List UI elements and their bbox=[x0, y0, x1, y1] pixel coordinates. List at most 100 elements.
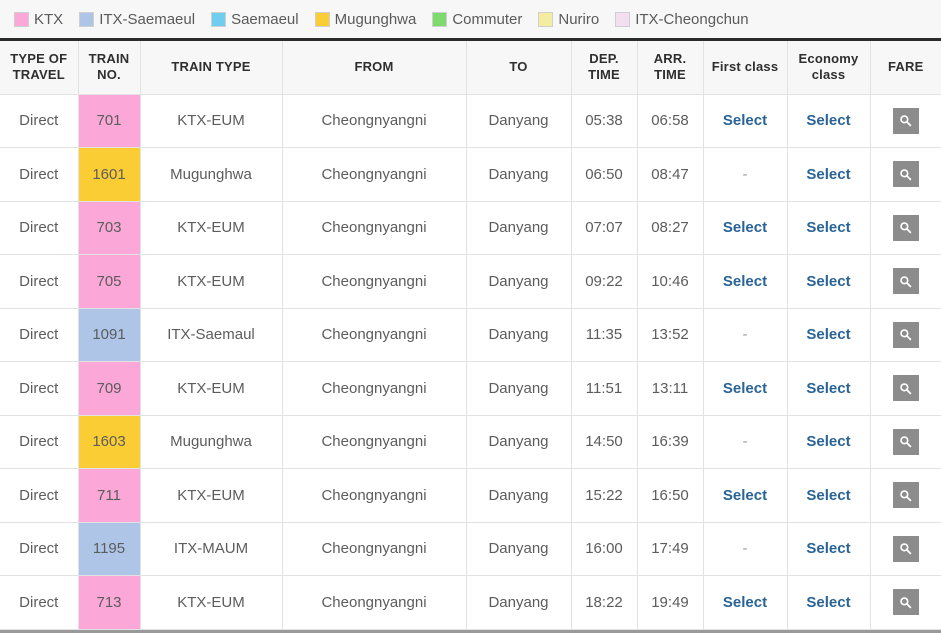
select-economy-class-link[interactable]: Select bbox=[806, 219, 850, 236]
cell-from: Cheongnyangni bbox=[282, 522, 467, 576]
cell-type-of-travel: Direct bbox=[0, 94, 79, 148]
search-icon bbox=[899, 168, 912, 181]
cell-train-type: ITX-Saemaul bbox=[140, 308, 283, 362]
legend-color-swatch bbox=[211, 11, 227, 27]
fare-search-button[interactable] bbox=[892, 535, 919, 562]
cell-type-of-travel: Direct bbox=[0, 522, 79, 576]
cell-fare bbox=[870, 415, 941, 469]
legend-item-label: ITX-Saemaeul bbox=[99, 10, 196, 28]
select-first-class-link[interactable]: Select bbox=[723, 219, 767, 236]
cell-arr-time: 13:52 bbox=[637, 308, 704, 362]
search-icon bbox=[899, 435, 912, 448]
cell-to: Danyang bbox=[466, 254, 572, 309]
cell-fare bbox=[870, 361, 941, 416]
cell-train-type: KTX-EUM bbox=[140, 361, 283, 416]
cell-economy-class: Select bbox=[787, 575, 871, 630]
cell-type-of-travel: Direct bbox=[0, 575, 79, 630]
cell-fare bbox=[870, 94, 941, 148]
column-header: First class bbox=[703, 41, 788, 95]
column-header: Economy class bbox=[787, 41, 871, 95]
cell-from: Cheongnyangni bbox=[282, 254, 467, 309]
column-header: FROM bbox=[282, 41, 467, 95]
select-economy-class-link[interactable]: Select bbox=[806, 433, 850, 450]
cell-to: Danyang bbox=[466, 201, 572, 255]
cell-train-no: 1091 bbox=[78, 308, 141, 362]
cell-fare bbox=[870, 254, 941, 309]
unavailable-indicator: - bbox=[742, 165, 748, 183]
fare-search-button[interactable] bbox=[892, 482, 919, 509]
search-icon bbox=[899, 382, 912, 395]
cell-train-type: KTX-EUM bbox=[140, 468, 283, 523]
cell-fare bbox=[870, 468, 941, 523]
select-economy-class-link[interactable]: Select bbox=[806, 380, 850, 397]
table-row: Direct 1195 ITX-MAUM Cheongnyangni Danyang 16… bbox=[0, 522, 941, 576]
cell-train-type: KTX-EUM bbox=[140, 201, 283, 255]
select-economy-class-link[interactable]: Select bbox=[806, 273, 850, 290]
legend-item: Saemaeul bbox=[211, 11, 299, 27]
cell-train-type: KTX-EUM bbox=[140, 254, 283, 309]
cell-to: Danyang bbox=[466, 94, 572, 148]
cell-train-type: KTX-EUM bbox=[140, 94, 283, 148]
legend-color-swatch bbox=[79, 11, 95, 27]
cell-type-of-travel: Direct bbox=[0, 147, 79, 202]
select-economy-class-link[interactable]: Select bbox=[806, 166, 850, 183]
cell-first-class: - bbox=[703, 147, 788, 202]
cell-train-no: 1601 bbox=[78, 147, 141, 202]
schedule-table-container: TYPE OF TRAVEL TRAIN NO. TRAIN TYPE FROM TO D… bbox=[0, 38, 941, 633]
fare-search-button[interactable] bbox=[892, 321, 919, 348]
cell-type-of-travel: Direct bbox=[0, 308, 79, 362]
fare-search-button[interactable] bbox=[892, 268, 919, 295]
select-economy-class-link[interactable]: Select bbox=[806, 594, 850, 611]
cell-dep-time: 07:07 bbox=[571, 201, 638, 255]
cell-fare bbox=[870, 147, 941, 202]
cell-dep-time: 05:38 bbox=[571, 94, 638, 148]
cell-train-no: 713 bbox=[78, 575, 141, 630]
legend-item-label: Nuriro bbox=[558, 10, 600, 28]
fare-search-button[interactable] bbox=[892, 375, 919, 402]
fare-search-button[interactable] bbox=[892, 428, 919, 455]
column-header: FARE bbox=[870, 41, 941, 95]
select-economy-class-link[interactable]: Select bbox=[806, 487, 850, 504]
table-row: Direct 701 KTX-EUM Cheongnyangni Danyang 05:3… bbox=[0, 94, 941, 148]
fare-search-button[interactable] bbox=[892, 589, 919, 616]
select-first-class-link[interactable]: Select bbox=[723, 380, 767, 397]
select-economy-class-link[interactable]: Select bbox=[806, 540, 850, 557]
legend-color-swatch bbox=[14, 11, 29, 27]
cell-first-class: Select bbox=[703, 201, 788, 255]
cell-to: Danyang bbox=[466, 415, 572, 469]
cell-first-class: Select bbox=[703, 361, 788, 416]
unavailable-indicator: - bbox=[742, 326, 748, 344]
search-icon bbox=[899, 275, 912, 288]
cell-train-no: 705 bbox=[78, 254, 141, 309]
cell-dep-time: 11:51 bbox=[571, 361, 638, 416]
select-economy-class-link[interactable]: Select bbox=[806, 112, 850, 129]
search-icon bbox=[899, 328, 912, 341]
cell-from: Cheongnyangni bbox=[282, 468, 467, 523]
table-row: Direct 709 KTX-EUM Cheongnyangni Danyang 11:5… bbox=[0, 361, 941, 416]
select-first-class-link[interactable]: Select bbox=[723, 594, 767, 611]
cell-economy-class: Select bbox=[787, 361, 871, 416]
select-first-class-link[interactable]: Select bbox=[723, 273, 767, 290]
cell-dep-time: 14:50 bbox=[571, 415, 638, 469]
legend-color-swatch bbox=[432, 11, 448, 27]
cell-economy-class: Select bbox=[787, 468, 871, 523]
cell-train-no: 1195 bbox=[78, 522, 141, 576]
cell-from: Cheongnyangni bbox=[282, 415, 467, 469]
unavailable-indicator: - bbox=[742, 433, 748, 451]
train-type-legend: KTX ITX-Saemaeul Saemaeul Mugunghwa Commuter… bbox=[0, 0, 941, 38]
fare-search-button[interactable] bbox=[892, 214, 919, 241]
cell-arr-time: 10:46 bbox=[637, 254, 704, 309]
fare-search-button[interactable] bbox=[892, 161, 919, 188]
cell-train-type: KTX-EUM bbox=[140, 575, 283, 630]
cell-type-of-travel: Direct bbox=[0, 201, 79, 255]
cell-first-class: Select bbox=[703, 254, 788, 309]
search-icon bbox=[899, 489, 912, 502]
table-row: Direct 713 KTX-EUM Cheongnyangni Danyang 18:2… bbox=[0, 575, 941, 630]
cell-arr-time: 13:11 bbox=[637, 361, 704, 416]
select-first-class-link[interactable]: Select bbox=[723, 112, 767, 129]
fare-search-button[interactable] bbox=[892, 107, 919, 134]
cell-fare bbox=[870, 575, 941, 630]
cell-to: Danyang bbox=[466, 308, 572, 362]
select-first-class-link[interactable]: Select bbox=[723, 487, 767, 504]
select-economy-class-link[interactable]: Select bbox=[806, 326, 850, 343]
